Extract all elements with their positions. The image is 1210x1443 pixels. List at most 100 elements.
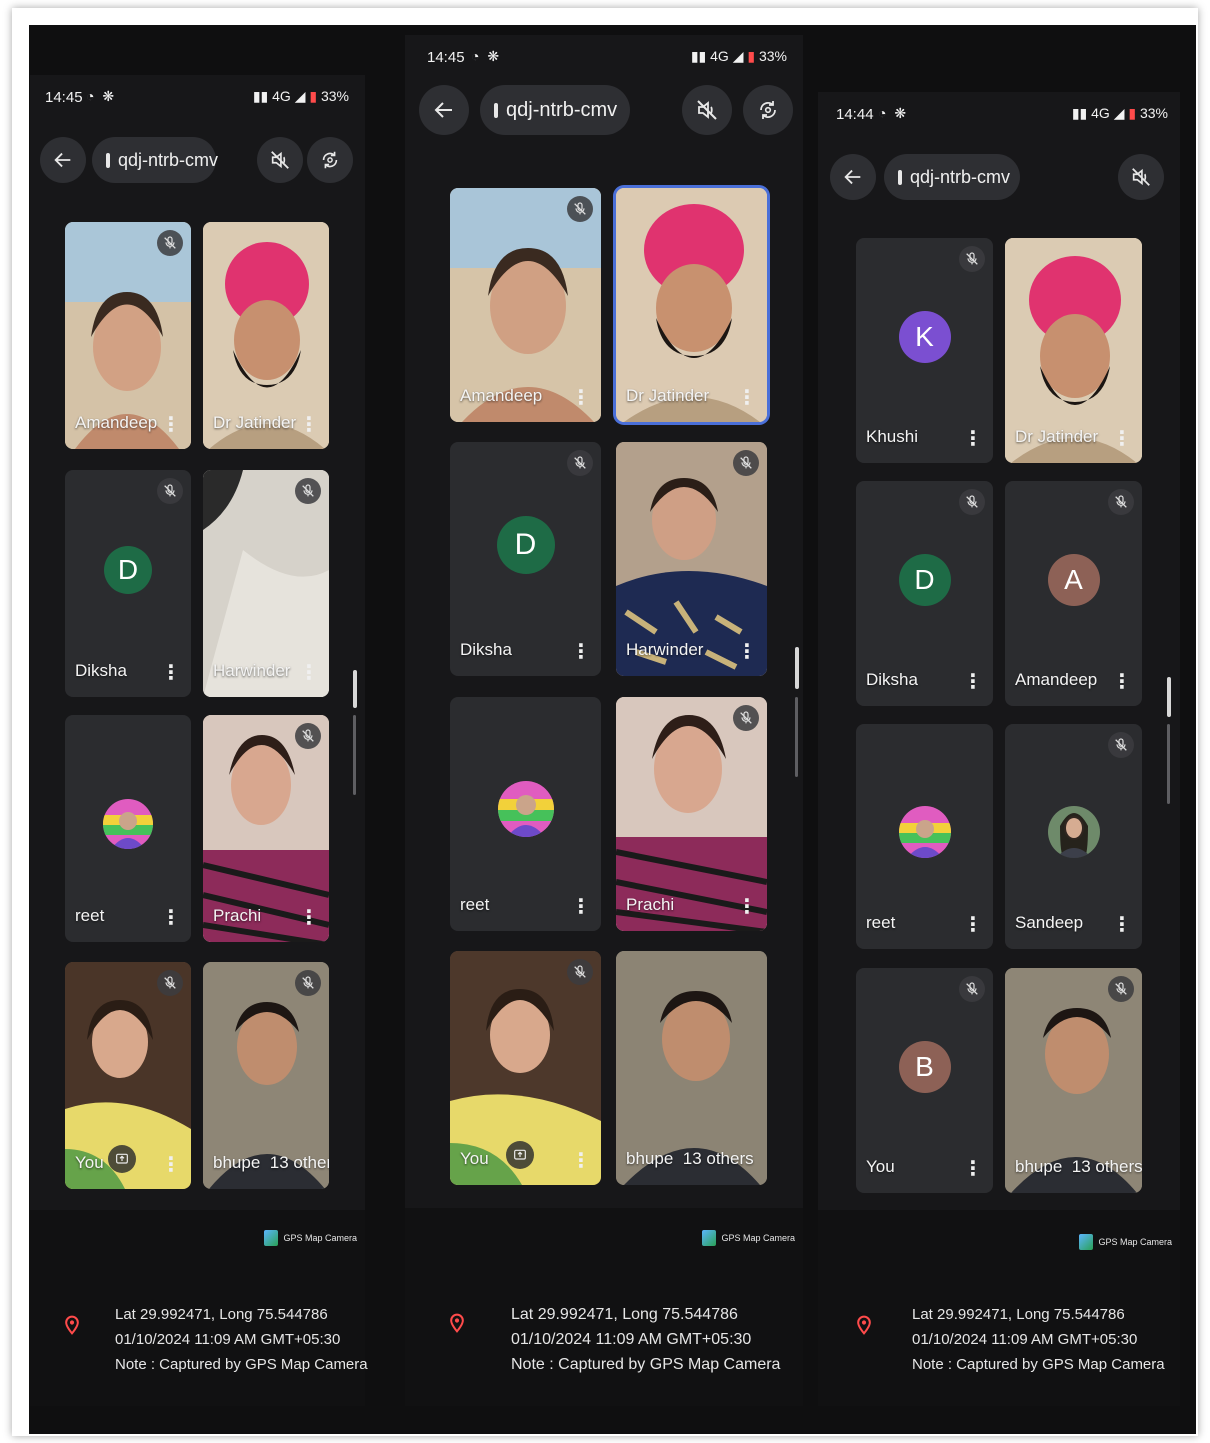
more-options-button[interactable]: ⋮ [571,642,591,662]
network-type: 4G [710,48,729,64]
scrollbar-thumb[interactable] [795,647,799,689]
present-icon [114,1151,130,1167]
more-options-button[interactable]: ⋮ [161,908,181,928]
avatar: A [1047,554,1100,606]
more-options-button[interactable]: ⋮ [737,388,757,408]
participant-name: reet [75,906,105,925]
participant-name-truncated: bhupe [1015,1157,1063,1176]
participant-tile[interactable]: bhupe 13 others [203,962,329,1189]
gps-map-camera-logo [264,1230,279,1246]
avatar [103,798,153,849]
gps-datetime: 01/10/2024 11:09 AM GMT+05:30 [511,1331,752,1348]
participant-name: Harwinder [213,661,291,680]
camera-switch-button[interactable] [307,137,353,183]
gps-text: Lat 29.992471, Long 75.544786 01/10/2024… [115,1302,368,1377]
meeting-code-chip[interactable]: qdj-ntrb-cmv [884,154,1020,200]
participant-tile[interactable]: You ⋮ [65,962,191,1189]
scrollbar-thumb[interactable] [353,670,357,708]
location-pin-icon [62,1313,82,1337]
participant-tile[interactable]: A Amandeep ⋮ [1005,481,1142,706]
mic-off-indicator [295,970,321,996]
more-options-button[interactable]: ⋮ [963,1159,983,1179]
participant-tile[interactable]: You ⋮ [450,951,601,1185]
more-options-button[interactable]: ⋮ [161,1155,181,1175]
speaker-off-button[interactable] [257,137,303,183]
network-type: 4G [272,88,291,104]
more-options-button[interactable]: ⋮ [737,642,757,662]
participant-tile[interactable]: Amandeep ⋮ [450,188,601,422]
participant-tile[interactable]: Prachi ⋮ [616,697,767,931]
gps-note: Note : Captured by GPS Map Camera [511,1356,781,1373]
gps-note: Note : Captured by GPS Map Camera [115,1356,368,1373]
back-button[interactable] [830,154,876,200]
meeting-code-chip[interactable]: qdj-ntrb-cmv [480,85,630,135]
more-options-button[interactable]: ⋮ [571,1151,591,1171]
present-button[interactable] [108,1145,136,1173]
more-options-button[interactable]: ⋮ [963,429,983,449]
back-button[interactable] [40,137,86,183]
participant-tile[interactable]: K Khushi ⋮ [856,238,993,463]
more-options-button[interactable]: ⋮ [299,908,319,928]
more-options-button[interactable]: ⋮ [161,415,181,435]
more-options-button[interactable]: ⋮ [571,897,591,917]
mic-off-indicator [567,196,593,222]
mic-off-indicator [1108,732,1134,758]
participant-tile[interactable]: Harwinder ⋮ [203,470,329,697]
scrollbar-thumb[interactable] [1167,677,1171,717]
more-options-button[interactable]: ⋮ [299,663,319,683]
participant-tile[interactable]: bhupe 13 others [616,951,767,1185]
participant-tile-active-speaker[interactable]: Dr Jatinder ⋮ [616,188,767,422]
participant-name: Dr Jatinder [626,386,710,405]
gps-brand-label: GPS Map Camera [283,1233,357,1243]
status-indicators: ▮▮ 4G ◢ ▮ 33% [690,48,787,64]
participant-tile[interactable]: Sandeep ⋮ [1005,724,1142,949]
avatar: B [898,1041,951,1093]
mic-off-icon [1113,494,1129,510]
meeting-code-chip[interactable]: qdj-ntrb-cmv [92,137,218,183]
mic-off-indicator [567,959,593,985]
participant-tile[interactable]: reet ⋮ [450,697,601,931]
participant-tile[interactable]: Harwinder ⋮ [616,442,767,676]
more-options-button[interactable]: ⋮ [963,915,983,935]
participant-tile[interactable]: D Diksha ⋮ [856,481,993,706]
camera-switch-button[interactable] [743,85,793,135]
more-options-button[interactable]: ⋮ [1112,429,1132,449]
more-options-button[interactable]: ⋮ [571,388,591,408]
battery-icon: ▮ [747,48,756,64]
more-options-button[interactable]: ⋮ [963,672,983,692]
avatar [497,781,554,838]
more-options-button[interactable]: ⋮ [1112,915,1132,935]
gps-map-camera-logo [702,1230,717,1246]
gps-map-camera-logo [1079,1234,1094,1250]
back-button[interactable] [419,85,469,135]
scrollbar-track [795,697,798,777]
more-options-button[interactable]: ⋮ [737,897,757,917]
participant-tile[interactable]: Dr Jatinder ⋮ [203,222,329,449]
battery-icon: ▮ [1128,105,1137,121]
speaker-off-button[interactable] [1118,154,1164,200]
calendar-icon [494,102,498,118]
participant-tile[interactable]: Amandeep ⋮ [65,222,191,449]
participant-tile[interactable]: Prachi ⋮ [203,715,329,942]
more-options-button[interactable]: ⋮ [161,663,181,683]
participant-tile[interactable]: D Diksha ⋮ [450,442,601,676]
present-button[interactable] [505,1141,534,1169]
speaker-off-icon [695,98,719,122]
participant-tile[interactable]: reet ⋮ [65,715,191,942]
more-options-button[interactable]: ⋮ [299,415,319,435]
location-pin-icon [854,1313,874,1337]
mic-off-indicator [959,489,985,515]
participant-tile[interactable]: bhupe 13 others [1005,968,1142,1193]
status-indicators: ▮▮ 4G ◢ ▮ 33% [252,88,349,104]
status-time: 14:44 [836,106,874,123]
participant-tile[interactable]: B You ⋮ [856,968,993,1193]
mic-off-indicator [959,976,985,1002]
mic-off-icon [572,455,588,471]
participant-tile[interactable]: Dr Jatinder ⋮ [1005,238,1142,463]
back-arrow-icon [432,98,456,122]
participant-tile[interactable]: reet ⋮ [856,724,993,949]
more-options-button[interactable]: ⋮ [1112,672,1132,692]
meeting-code: qdj-ntrb-cmv [506,98,618,121]
participant-tile[interactable]: D Diksha ⋮ [65,470,191,697]
speaker-off-button[interactable] [682,85,732,135]
